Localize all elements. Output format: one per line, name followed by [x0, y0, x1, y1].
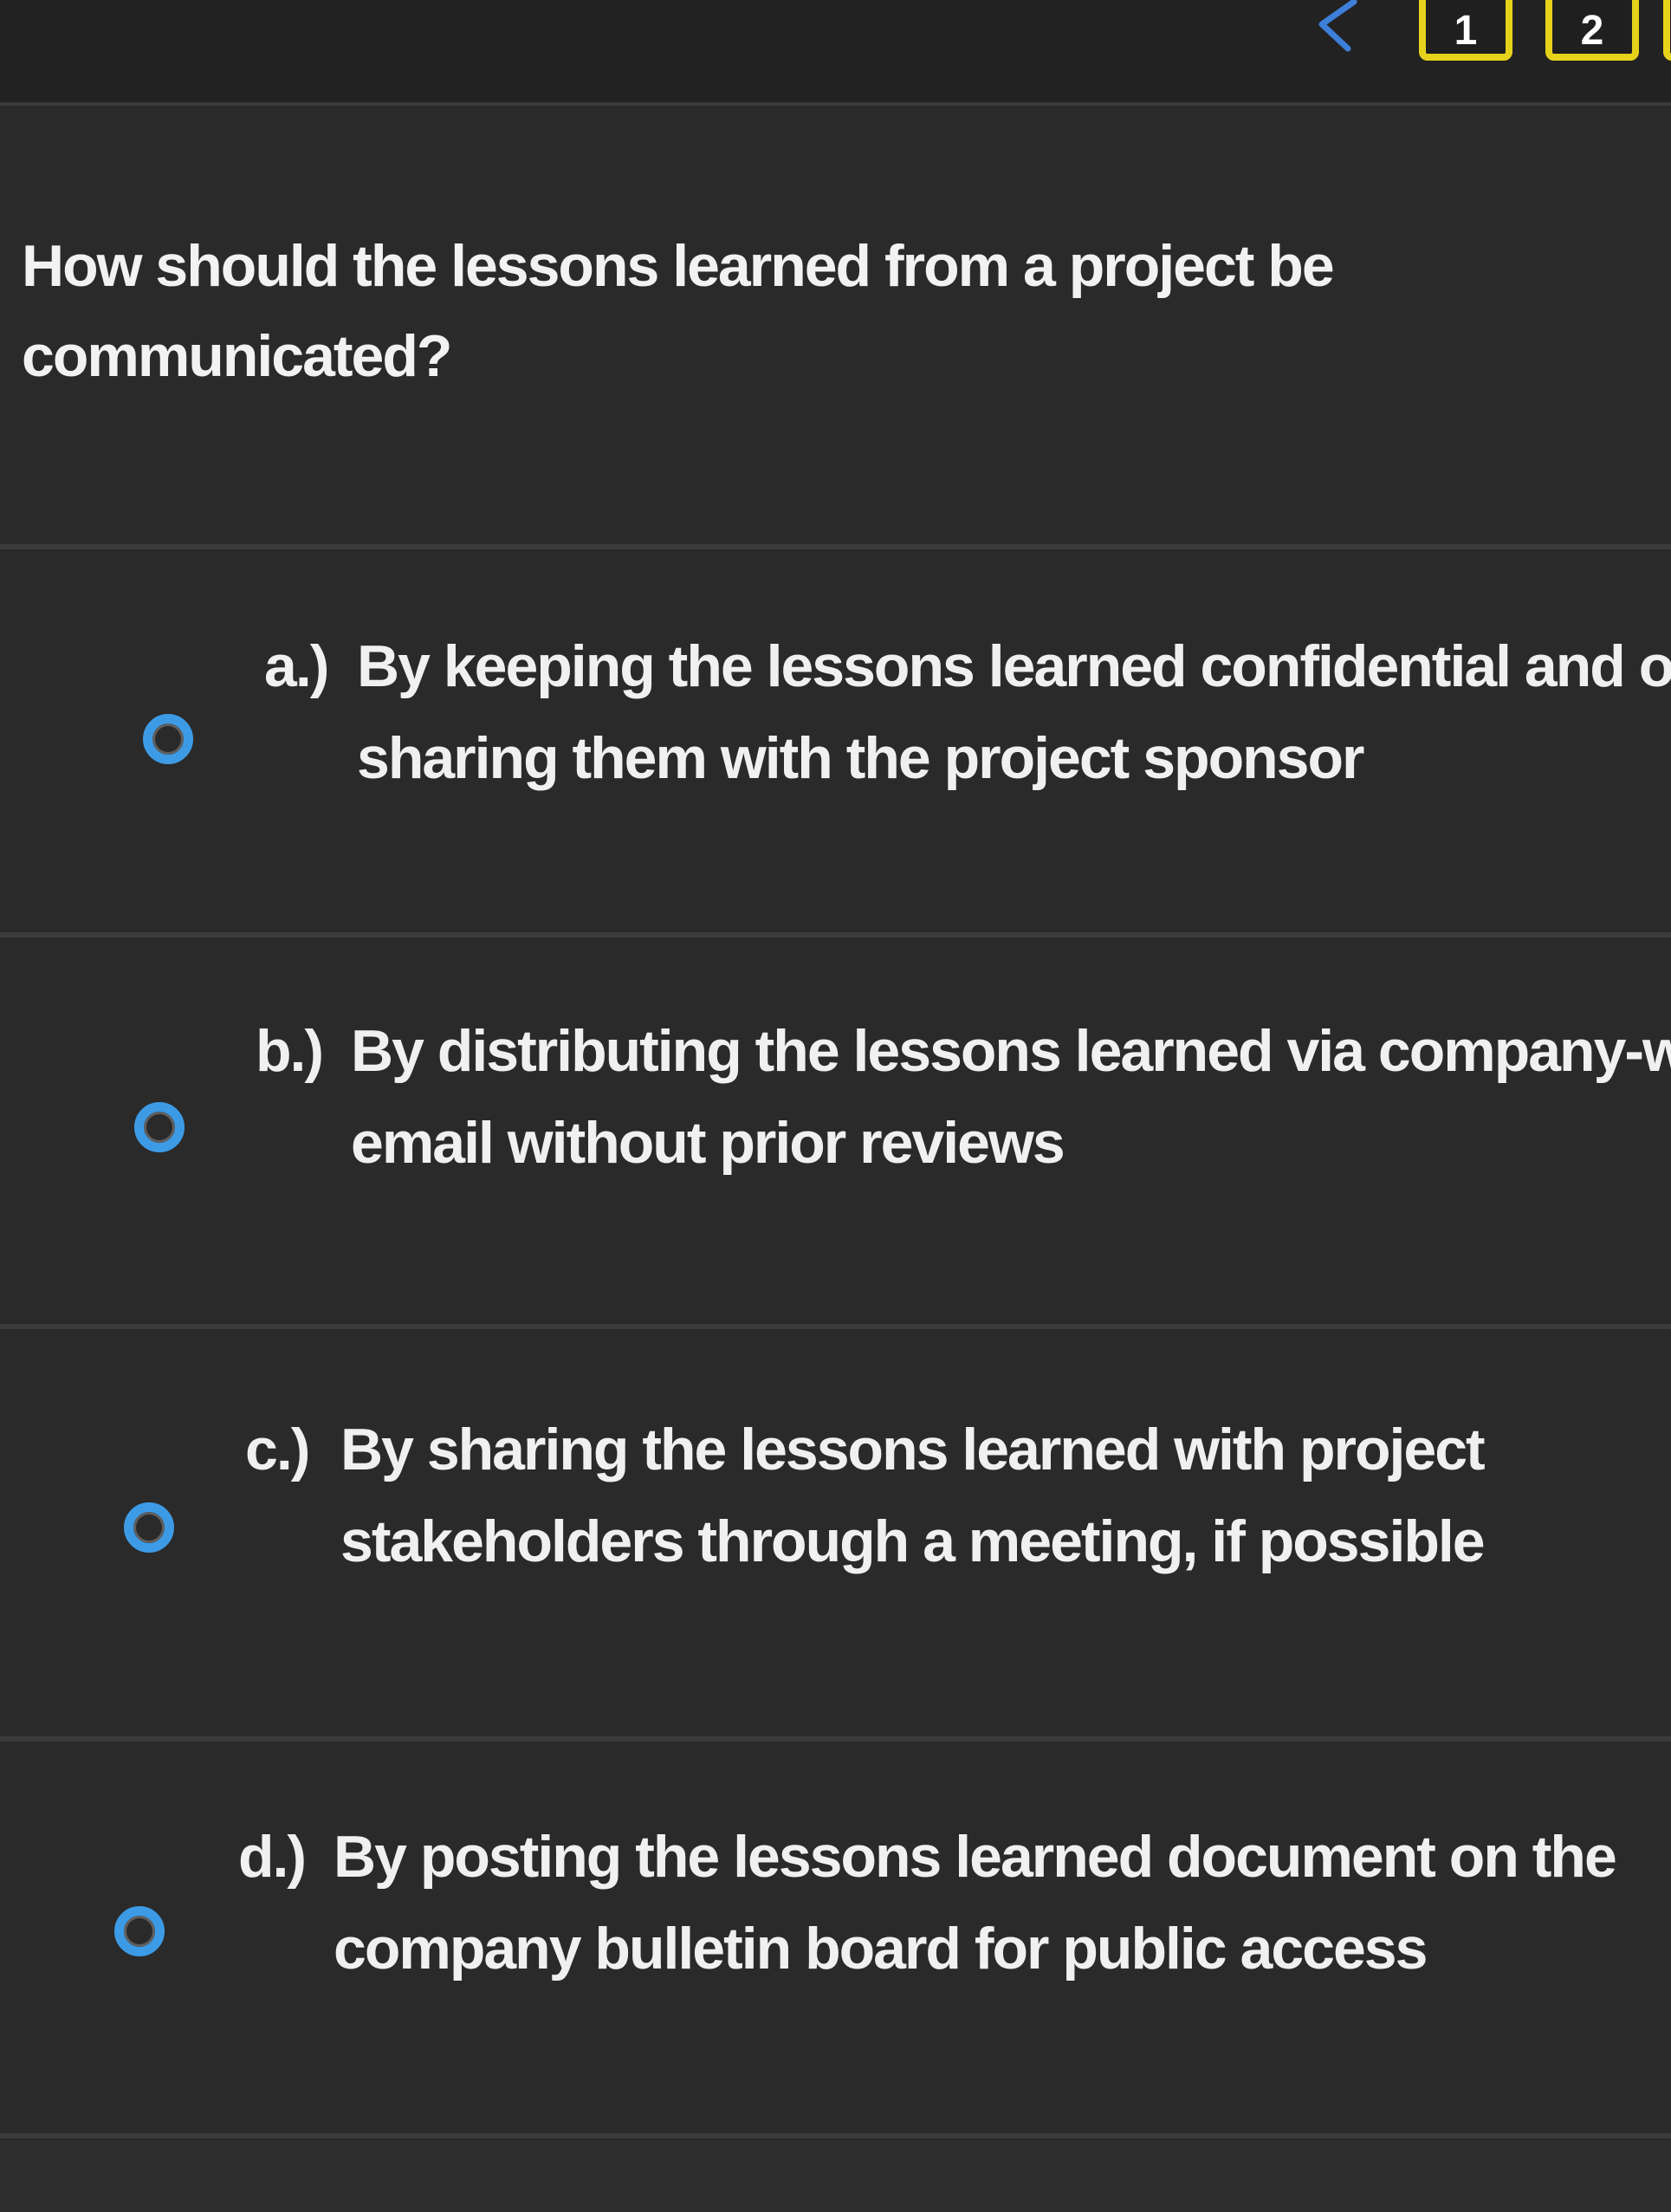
option-letter-d: d.)	[238, 1824, 307, 1890]
radio-button-d[interactable]	[114, 1906, 165, 1956]
page-1-button[interactable]: 1	[1419, 0, 1512, 61]
radio-button-a[interactable]	[143, 714, 193, 764]
option-text-b: By distributing the lessons learned via …	[351, 1018, 1671, 1176]
option-letter-b: b.)	[256, 1018, 324, 1084]
answer-option-b[interactable]: b.) By distributing the lessons learned …	[0, 937, 1671, 1324]
divider	[0, 2133, 1671, 2138]
answer-option-d[interactable]: d.) By posting the lessons learned docum…	[0, 1742, 1671, 2133]
radio-button-b[interactable]	[134, 1102, 185, 1152]
option-letter-a: a.)	[264, 633, 329, 699]
option-letter-c: c.)	[245, 1417, 310, 1482]
option-text-a: By keeping the lessons learned confident…	[357, 633, 1671, 791]
top-navigation-bar: 1 2	[0, 0, 1671, 106]
quiz-page: 1 2 How should the lessons learned from …	[0, 0, 1671, 2212]
bottom-strip	[0, 2140, 1671, 2212]
question-text: How should the lessons learned from a pr…	[22, 233, 1335, 389]
page-3-button-partial[interactable]	[1663, 0, 1671, 61]
option-text-d: By posting the lessons learned document …	[334, 1824, 1617, 1982]
option-text-c: By sharing the lessons learned with proj…	[340, 1417, 1486, 1574]
answer-option-a[interactable]: a.) By keeping the lessons learned confi…	[0, 549, 1671, 932]
answer-option-c[interactable]: c.) By sharing the lessons learned with …	[0, 1329, 1671, 1736]
chevron-left-icon[interactable]	[1306, 0, 1367, 52]
page-2-button[interactable]: 2	[1545, 0, 1639, 61]
radio-button-c[interactable]	[124, 1502, 174, 1553]
